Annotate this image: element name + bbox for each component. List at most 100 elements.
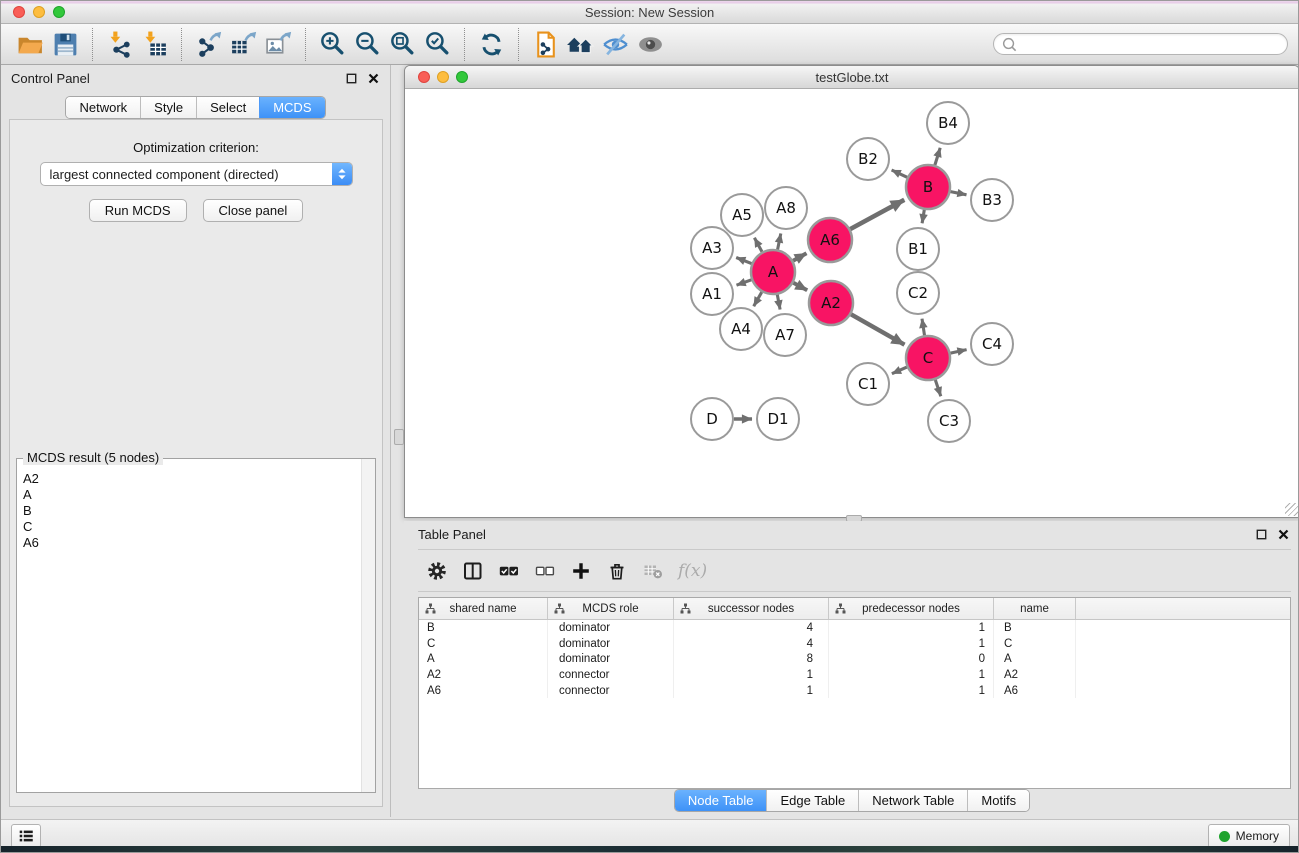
result-item[interactable]: C (23, 519, 359, 535)
column-header-name[interactable]: name (994, 598, 1076, 619)
network-graph[interactable]: B4 B2 B B3 A8 A5 A6 B1 A3 A C2 A1 A2 A4 … (405, 89, 1299, 517)
export-image-icon[interactable] (261, 26, 296, 63)
float-panel-icon[interactable] (345, 72, 358, 85)
table-row[interactable]: Cdominator41C (419, 636, 1290, 652)
close-panel-button[interactable]: Close panel (203, 199, 304, 222)
table-cell[interactable]: connector (548, 667, 674, 683)
column-header-successor-nodes[interactable]: successor nodes (674, 598, 829, 619)
zoom-window-button[interactable] (53, 6, 65, 18)
graph-node-A7[interactable]: A7 (764, 314, 806, 356)
search-field[interactable] (993, 33, 1288, 55)
graph-edge-A-A3[interactable] (736, 258, 751, 264)
network-close-button[interactable] (418, 71, 430, 83)
tab-network[interactable]: Network (66, 97, 140, 118)
graph-node-A3[interactable]: A3 (691, 227, 733, 269)
graph-node-A6[interactable]: A6 (808, 218, 852, 262)
columns-icon[interactable] (462, 560, 484, 582)
column-header-predecessor-nodes[interactable]: predecessor nodes (829, 598, 994, 619)
table-row[interactable]: Bdominator41B (419, 620, 1290, 636)
table-cell[interactable]: 4 (674, 636, 829, 652)
table-cell[interactable]: 1 (674, 667, 829, 683)
graph-node-B3[interactable]: B3 (971, 179, 1013, 221)
select-all-icon[interactable] (498, 560, 520, 582)
zoom-selected-icon[interactable] (420, 26, 455, 63)
network-zoom-button[interactable] (456, 71, 468, 83)
result-item[interactable]: A6 (23, 535, 359, 551)
table-cell[interactable]: 4 (674, 620, 829, 636)
table-cell[interactable]: A (994, 651, 1076, 667)
table-tab-edge-table[interactable]: Edge Table (766, 790, 858, 811)
table-tab-motifs[interactable]: Motifs (967, 790, 1029, 811)
graph-edge-C-C3[interactable] (935, 380, 941, 397)
table-cell[interactable]: 1 (674, 683, 829, 699)
eye-hidden-icon[interactable] (598, 26, 633, 63)
graph-node-B[interactable]: B (906, 165, 950, 209)
table-cell[interactable]: 1 (829, 667, 994, 683)
graph-edge-A-A2[interactable] (793, 283, 807, 291)
graph-edge-A6-B[interactable] (850, 200, 904, 229)
vertical-splitter-handle[interactable] (394, 429, 404, 445)
graph-node-C2[interactable]: C2 (897, 272, 939, 314)
zoom-fit-icon[interactable] (385, 26, 420, 63)
document-network-icon[interactable] (528, 26, 563, 63)
add-row-icon[interactable] (570, 560, 592, 582)
graph-node-A2[interactable]: A2 (809, 281, 853, 325)
export-table-icon[interactable] (226, 26, 261, 63)
graph-edge-B-B4[interactable] (935, 148, 940, 165)
window-resize-grip[interactable] (1285, 503, 1298, 516)
graph-node-C1[interactable]: C1 (847, 363, 889, 405)
open-file-icon[interactable] (13, 26, 48, 63)
graph-node-C4[interactable]: C4 (971, 323, 1013, 365)
table-cell[interactable]: B (419, 620, 548, 636)
graph-node-C3[interactable]: C3 (928, 400, 970, 442)
table-cell[interactable]: C (994, 636, 1076, 652)
criterion-dropdown[interactable]: largest connected component (directed) (40, 162, 353, 186)
table-cell[interactable]: A (419, 651, 548, 667)
graph-edge-B-B3[interactable] (951, 192, 967, 195)
eye-visible-icon[interactable] (633, 26, 668, 63)
graph-node-B4[interactable]: B4 (927, 102, 969, 144)
result-item[interactable]: A2 (23, 471, 359, 487)
tab-style[interactable]: Style (140, 97, 196, 118)
table-row[interactable]: A2connector11A2 (419, 667, 1290, 683)
graph-edge-A-A4[interactable] (754, 292, 762, 306)
float-table-panel-icon[interactable] (1255, 528, 1268, 541)
table-cell[interactable]: 1 (829, 636, 994, 652)
result-item[interactable]: A (23, 487, 359, 503)
table-cell[interactable]: A2 (419, 667, 548, 683)
graph-node-A1[interactable]: A1 (691, 273, 733, 315)
network-minimize-button[interactable] (437, 71, 449, 83)
zoom-out-icon[interactable] (350, 26, 385, 63)
graph-node-A5[interactable]: A5 (721, 194, 763, 236)
run-mcds-button[interactable]: Run MCDS (89, 199, 187, 222)
graph-edge-B-B2[interactable] (892, 170, 908, 177)
graph-edge-C-C4[interactable] (951, 350, 967, 354)
close-window-button[interactable] (13, 6, 25, 18)
deselect-all-icon[interactable] (534, 560, 556, 582)
tab-select[interactable]: Select (196, 97, 259, 118)
result-scrollbar[interactable] (361, 459, 375, 792)
delete-row-icon[interactable] (606, 560, 628, 582)
search-input[interactable] (1018, 34, 1287, 54)
network-canvas[interactable]: B4 B2 B B3 A8 A5 A6 B1 A3 A C2 A1 A2 A4 … (405, 89, 1299, 517)
table-cell[interactable]: 8 (674, 651, 829, 667)
tab-mcds[interactable]: MCDS (259, 97, 324, 118)
table-row[interactable]: Adominator80A (419, 651, 1290, 667)
table-tab-node-table[interactable]: Node Table (675, 790, 767, 811)
graph-edge-A2-C[interactable] (851, 314, 905, 344)
memory-button[interactable]: Memory (1208, 824, 1290, 848)
table-cell[interactable]: A2 (994, 667, 1076, 683)
refresh-icon[interactable] (474, 26, 509, 63)
graph-edge-C-C2[interactable] (922, 319, 925, 336)
table-row[interactable]: A6connector11A6 (419, 683, 1290, 699)
column-header-shared-name[interactable]: shared name (419, 598, 548, 619)
table-cell[interactable]: 1 (829, 683, 994, 699)
table-cell[interactable]: A6 (419, 683, 548, 699)
table-cell[interactable]: A6 (994, 683, 1076, 699)
table-cell[interactable]: connector (548, 683, 674, 699)
graph-edge-A-A6[interactable] (793, 253, 806, 261)
graph-node-A[interactable]: A (751, 250, 795, 294)
delete-table-icon[interactable] (642, 560, 664, 582)
table-tab-network-table[interactable]: Network Table (858, 790, 967, 811)
graph-node-B1[interactable]: B1 (897, 228, 939, 270)
